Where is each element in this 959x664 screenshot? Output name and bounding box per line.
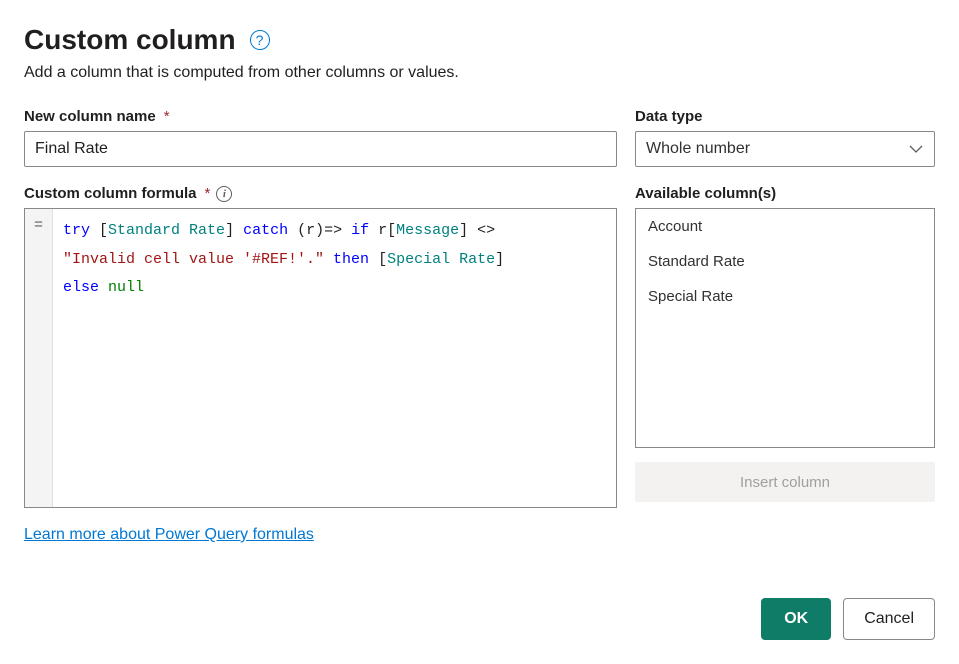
data-type-value: Whole number bbox=[646, 140, 750, 158]
column-name-label: New column name* bbox=[24, 108, 617, 125]
ok-button[interactable]: OK bbox=[761, 598, 831, 640]
list-item[interactable]: Special Rate bbox=[636, 279, 934, 314]
insert-column-button[interactable]: Insert column bbox=[635, 462, 935, 502]
chevron-down-icon bbox=[908, 141, 924, 157]
formula-label: Custom column formula* i bbox=[24, 185, 617, 202]
data-type-select[interactable]: Whole number bbox=[635, 131, 935, 167]
list-item[interactable]: Account bbox=[636, 209, 934, 244]
editor-gutter: = bbox=[25, 209, 53, 507]
cancel-button[interactable]: Cancel bbox=[843, 598, 935, 640]
page-subtitle: Add a column that is computed from other… bbox=[24, 64, 935, 82]
available-columns-label: Available column(s) bbox=[635, 185, 935, 202]
formula-code[interactable]: try [Standard Rate] catch (r)=> if r[Mes… bbox=[53, 209, 616, 507]
data-type-label: Data type bbox=[635, 108, 935, 125]
available-columns-list[interactable]: AccountStandard RateSpecial Rate bbox=[635, 208, 935, 448]
info-icon[interactable]: i bbox=[216, 186, 232, 202]
column-name-input[interactable] bbox=[24, 131, 617, 167]
list-item[interactable]: Standard Rate bbox=[636, 244, 934, 279]
formula-editor[interactable]: = try [Standard Rate] catch (r)=> if r[M… bbox=[24, 208, 617, 508]
page-title: Custom column bbox=[24, 24, 236, 56]
help-icon[interactable]: ? bbox=[250, 30, 270, 50]
learn-more-link[interactable]: Learn more about Power Query formulas bbox=[24, 526, 314, 544]
